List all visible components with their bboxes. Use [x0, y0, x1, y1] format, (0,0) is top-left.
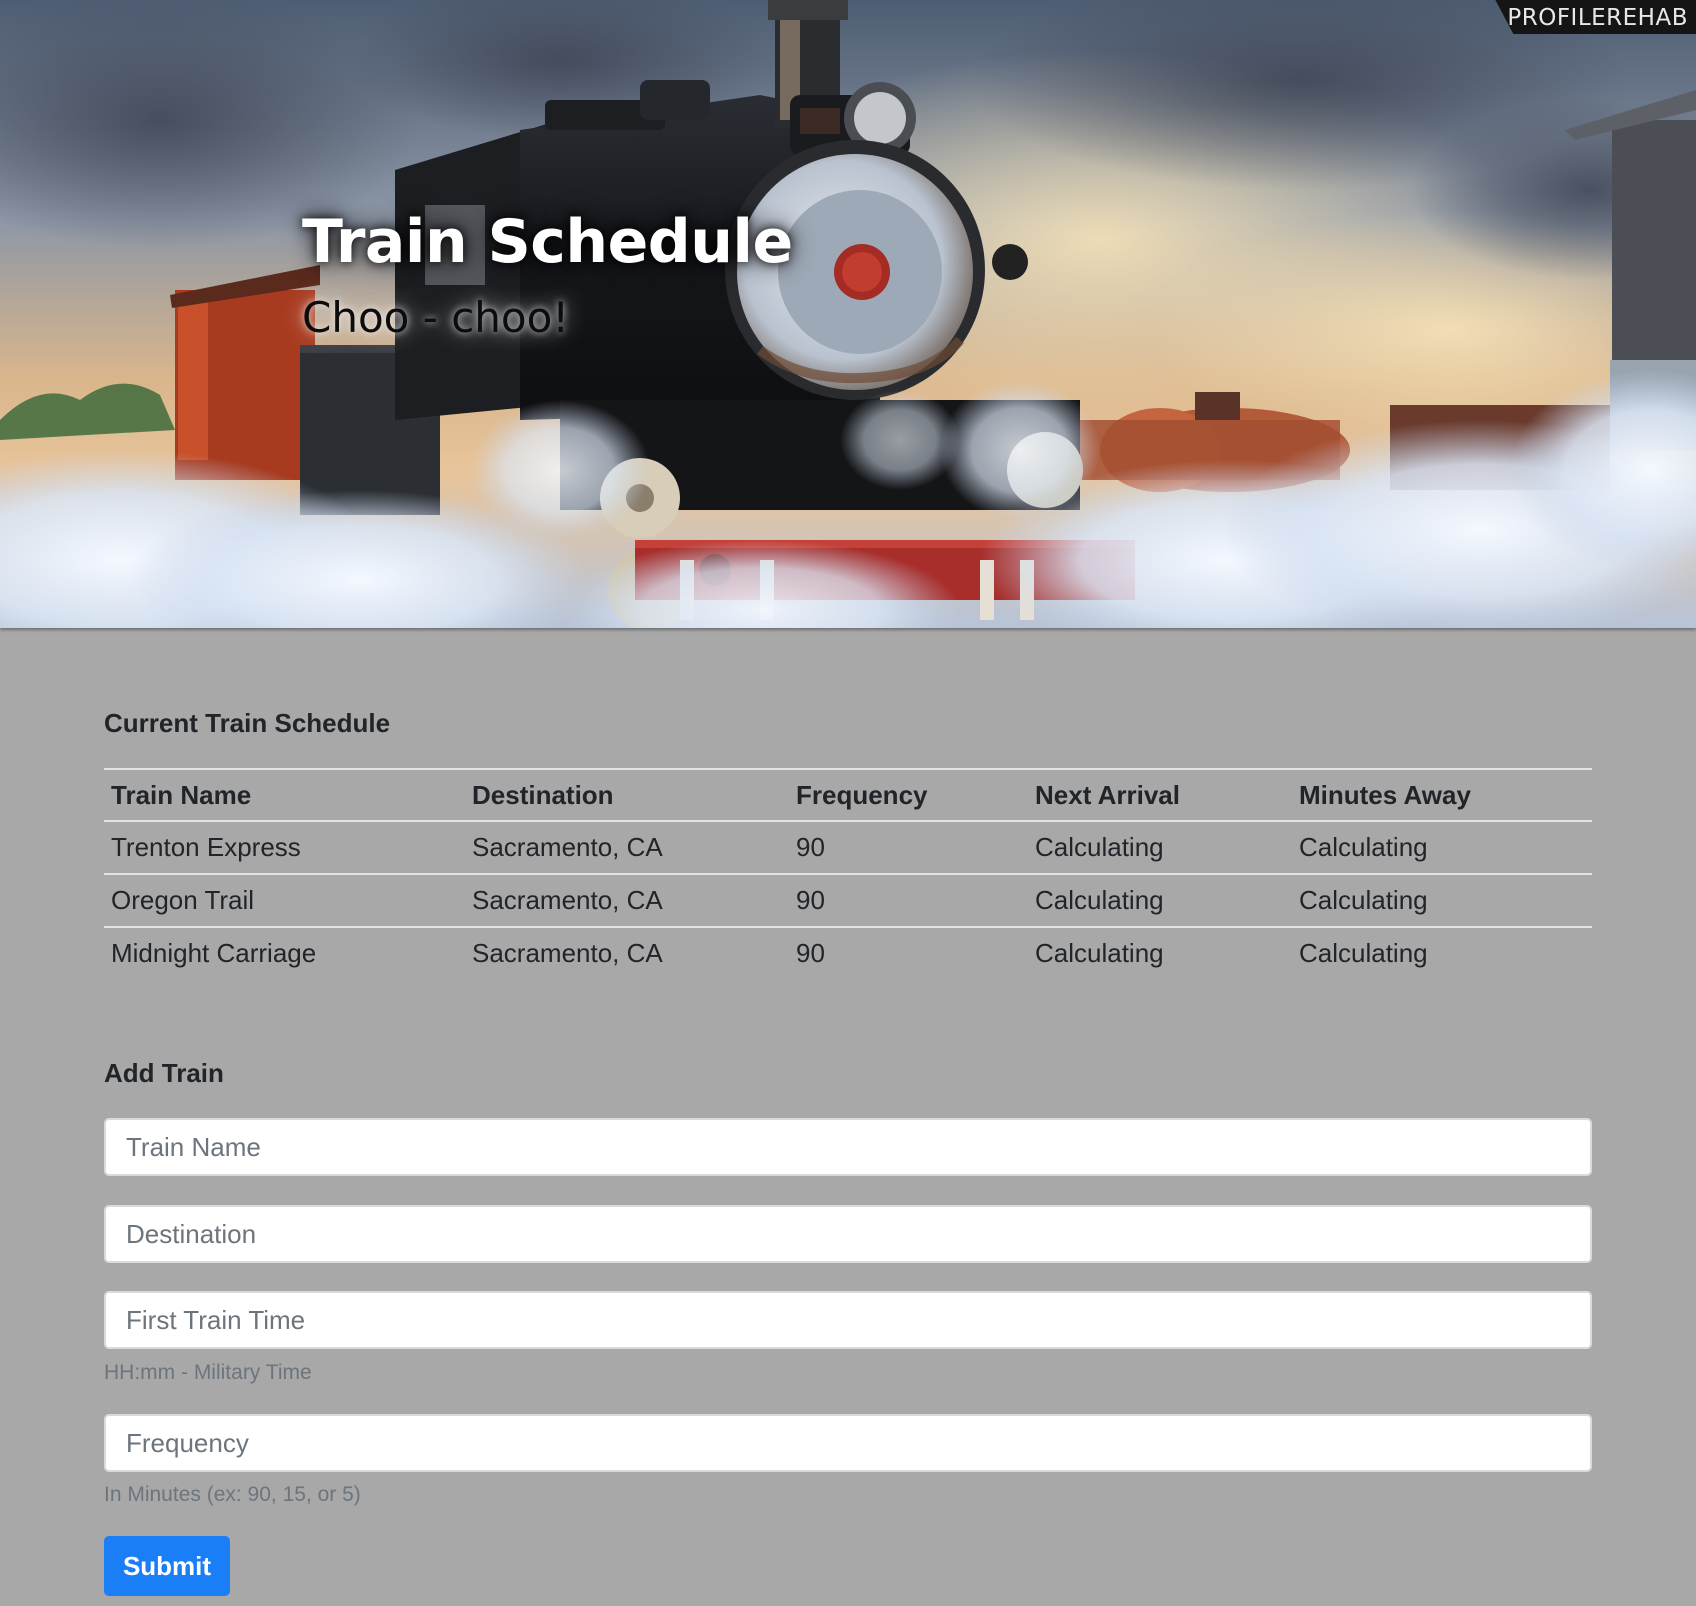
column-header-minutes-away: Minutes Away — [1292, 768, 1592, 822]
cell-frequency: 90 — [789, 873, 1028, 927]
first-train-time-input[interactable] — [104, 1291, 1592, 1349]
table-header-row: Train Name Destination Frequency Next Ar… — [104, 768, 1592, 822]
page-subtitle: Choo - choo! — [302, 293, 570, 342]
column-header-frequency: Frequency — [789, 768, 1028, 822]
cell-destination: Sacramento, CA — [465, 820, 789, 874]
cell-next-arrival: Calculating — [1028, 873, 1292, 927]
steam-locomotive-image — [0, 0, 1696, 628]
cell-destination: Sacramento, CA — [465, 873, 789, 927]
table-row: Midnight Carriage Sacramento, CA 90 Calc… — [104, 926, 1592, 979]
cell-train-name: Oregon Trail — [104, 873, 465, 927]
page-title: Train Schedule — [302, 207, 793, 277]
cell-frequency: 90 — [789, 926, 1028, 979]
cell-next-arrival: Calculating — [1028, 926, 1292, 979]
hero-banner: PROFILEREHAB Train Schedule Choo - choo! — [0, 0, 1696, 628]
table-row: Trenton Express Sacramento, CA 90 Calcul… — [104, 820, 1592, 874]
train-name-input[interactable] — [104, 1118, 1592, 1176]
first-train-time-help: HH:mm - Military Time — [104, 1361, 312, 1384]
cell-next-arrival: Calculating — [1028, 820, 1292, 874]
add-train-heading: Add Train — [104, 1058, 224, 1088]
cell-minutes-away: Calculating — [1292, 873, 1592, 927]
cell-destination: Sacramento, CA — [465, 926, 789, 979]
frequency-help: In Minutes (ex: 90, 15, or 5) — [104, 1483, 361, 1506]
cell-minutes-away: Calculating — [1292, 820, 1592, 874]
column-header-destination: Destination — [465, 768, 789, 822]
schedule-table: Train Name Destination Frequency Next Ar… — [104, 768, 1592, 979]
destination-input[interactable] — [104, 1205, 1592, 1263]
cell-frequency: 90 — [789, 820, 1028, 874]
column-header-next-arrival: Next Arrival — [1028, 768, 1292, 822]
frequency-input[interactable] — [104, 1414, 1592, 1472]
cell-minutes-away: Calculating — [1292, 926, 1592, 979]
column-header-train-name: Train Name — [104, 768, 465, 822]
cell-train-name: Midnight Carriage — [104, 926, 465, 979]
submit-button[interactable]: Submit — [104, 1536, 230, 1596]
cell-train-name: Trenton Express — [104, 820, 465, 874]
table-row: Oregon Trail Sacramento, CA 90 Calculati… — [104, 873, 1592, 927]
schedule-heading: Current Train Schedule — [104, 708, 391, 738]
